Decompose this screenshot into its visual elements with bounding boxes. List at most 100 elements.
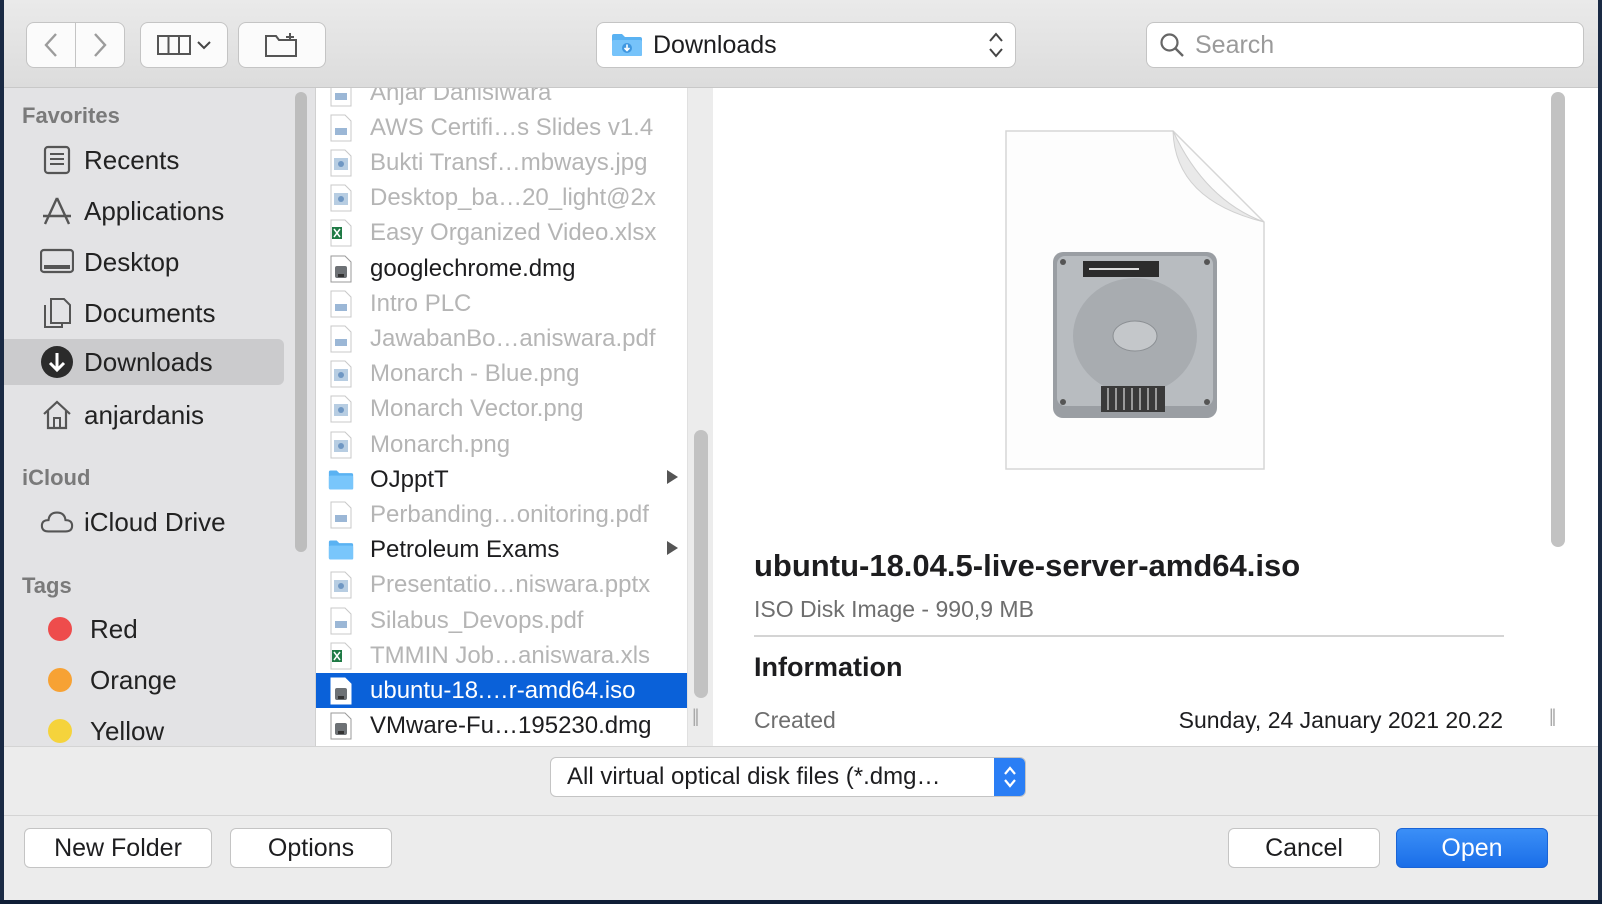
file-name: Monarch.png <box>370 430 511 458</box>
sidebar-item-label: Desktop <box>84 246 180 277</box>
spreadsheet-icon <box>328 642 354 670</box>
file-row[interactable]: Bukti Transf…mbways.jpg <box>316 145 687 180</box>
downloads-icon <box>40 345 74 379</box>
sidebar-item-home[interactable]: anjardanis <box>4 392 284 438</box>
file-name: Intro PLC <box>370 289 472 317</box>
preview-information-heading: Information <box>754 652 903 682</box>
options-button[interactable]: Options <box>230 828 392 868</box>
file-row[interactable]: Presentatio…niswara.pptx <box>316 568 687 603</box>
downloads-folder-icon <box>612 34 642 56</box>
chevron-right-icon <box>94 33 107 57</box>
sidebar-item-applications[interactable]: Applications <box>4 188 284 234</box>
file-list: Anjar Danisiwara AWS Certifi…s Slides v1.… <box>316 88 688 746</box>
file-row[interactable]: Desktop_ba…20_light@2x <box>316 181 687 216</box>
sidebar-scrollbar[interactable] <box>295 92 307 552</box>
document-icon <box>328 325 354 353</box>
document-icon <box>328 607 354 635</box>
image-file-icon <box>328 431 354 459</box>
location-popup[interactable]: Downloads <box>596 22 1016 68</box>
file-row[interactable]: Intro PLC <box>316 286 687 321</box>
open-button[interactable]: Open <box>1396 828 1548 868</box>
preview-created-value: Sunday, 24 January 2021 20.22 <box>1178 707 1503 733</box>
file-name: AWS Certifi…s Slides v1.4 <box>370 113 654 141</box>
view-mode-button[interactable] <box>140 22 228 68</box>
updown-chevron-icon <box>1004 766 1016 788</box>
file-row[interactable]: Silabus_Devops.pdf <box>316 603 687 638</box>
disclosure-arrow-icon[interactable] <box>667 540 678 555</box>
home-icon <box>40 398 74 432</box>
search-input[interactable] <box>1195 30 1575 60</box>
accessory-bar: All virtual optical disk files (*.dmg… <box>4 746 1598 816</box>
file-row[interactable]: Monarch.png <box>316 427 687 462</box>
file-name: OJpptT <box>370 465 449 493</box>
file-row[interactable]: Monarch Vector.png <box>316 392 687 427</box>
file-row[interactable]: VMware-Fu…195230.dmg <box>316 709 687 744</box>
preview-scrollbar[interactable] <box>1551 92 1565 547</box>
search-icon <box>1160 33 1184 57</box>
sidebar-item-label: Applications <box>84 195 225 226</box>
file-row[interactable]: Perbanding…onitoring.pdf <box>316 497 687 532</box>
file-list-scrollbar[interactable] <box>694 430 708 698</box>
documents-icon <box>40 296 74 330</box>
file-name: VMware-Fu…195230.dmg <box>370 712 652 740</box>
file-name: Monarch Vector.png <box>370 395 584 423</box>
file-name: Anjar Danisiwara <box>370 88 552 106</box>
file-name: Petroleum Exams <box>370 536 560 564</box>
new-folder-toolbar-button[interactable] <box>238 22 326 68</box>
preview-file-kind: ISO Disk Image - 990,9 MB <box>754 596 1034 622</box>
sidebar-tag-red[interactable]: Red <box>4 606 284 652</box>
file-name: JawabanBo…aniswara.pdf <box>370 324 656 352</box>
cloud-icon <box>40 505 74 539</box>
disk-image-icon <box>328 677 354 705</box>
file-name: Perbanding…onitoring.pdf <box>370 500 649 528</box>
sidebar-item-label: Recents <box>84 144 180 175</box>
preview-resize-handle[interactable]: || <box>1549 706 1557 727</box>
sidebar-item-documents[interactable]: Documents <box>4 290 284 336</box>
file-type-stepper[interactable] <box>994 758 1025 796</box>
column-resize-handle[interactable]: || <box>692 706 700 727</box>
disclosure-arrow-icon[interactable] <box>667 470 678 485</box>
toolbar: Downloads <box>4 0 1598 88</box>
forward-button[interactable] <box>75 22 125 68</box>
back-button[interactable] <box>26 22 76 68</box>
sidebar-item-label: anjardanis <box>84 399 204 430</box>
file-row[interactable]: TMMIN Job…aniswara.xls <box>316 638 687 673</box>
folder-icon <box>328 536 354 564</box>
file-name: Presentatio…niswara.pptx <box>370 571 651 599</box>
column-view-icon <box>157 35 191 55</box>
search-field[interactable] <box>1146 22 1584 68</box>
file-row[interactable]: ubuntu-18.…r-amd64.iso <box>316 673 687 709</box>
file-row[interactable]: Monarch - Blue.png <box>316 357 687 392</box>
image-file-icon <box>328 149 354 177</box>
sidebar-item-label: Yellow <box>90 715 165 746</box>
file-row[interactable]: googlechrome.dmg <box>316 251 687 286</box>
sidebar-tag-yellow[interactable]: Yellow <box>4 708 284 746</box>
file-type-select[interactable]: All virtual optical disk files (*.dmg… <box>550 757 1026 797</box>
applications-icon <box>40 194 74 228</box>
sidebar-item-icloud-drive[interactable]: iCloud Drive <box>4 499 284 545</box>
image-file-icon <box>328 395 354 423</box>
hard-disk-document-icon <box>1005 130 1265 470</box>
sidebar-item-downloads[interactable]: Downloads <box>4 339 284 385</box>
file-name: Easy Organized Video.xlsx <box>370 219 657 247</box>
new-folder-button[interactable]: New Folder <box>24 828 212 868</box>
folder-row[interactable]: Petroleum Exams <box>316 533 687 568</box>
document-icon <box>328 88 354 107</box>
folder-row[interactable]: OJpptT <box>316 462 687 497</box>
sidebar-tag-orange[interactable]: Orange <box>4 657 284 703</box>
sidebar-item-recents[interactable]: Recents <box>4 137 284 183</box>
spreadsheet-icon <box>328 219 354 247</box>
cancel-button[interactable]: Cancel <box>1228 828 1380 868</box>
document-icon <box>328 114 354 142</box>
file-row[interactable]: Easy Organized Video.xlsx <box>316 216 687 251</box>
chevron-left-icon <box>44 33 57 57</box>
location-label: Downloads <box>653 30 777 59</box>
file-row[interactable]: Anjar Danisiwara <box>316 88 687 110</box>
sidebar-item-label: Documents <box>84 297 216 328</box>
sidebar-item-label: iCloud Drive <box>84 506 226 537</box>
file-row[interactable]: JawabanBo…aniswara.pdf <box>316 321 687 356</box>
sidebar-item-desktop[interactable]: Desktop <box>4 239 284 285</box>
file-name: TMMIN Job…aniswara.xls <box>370 641 651 669</box>
disk-image-icon <box>328 712 354 740</box>
file-row[interactable]: AWS Certifi…s Slides v1.4 <box>316 110 687 145</box>
